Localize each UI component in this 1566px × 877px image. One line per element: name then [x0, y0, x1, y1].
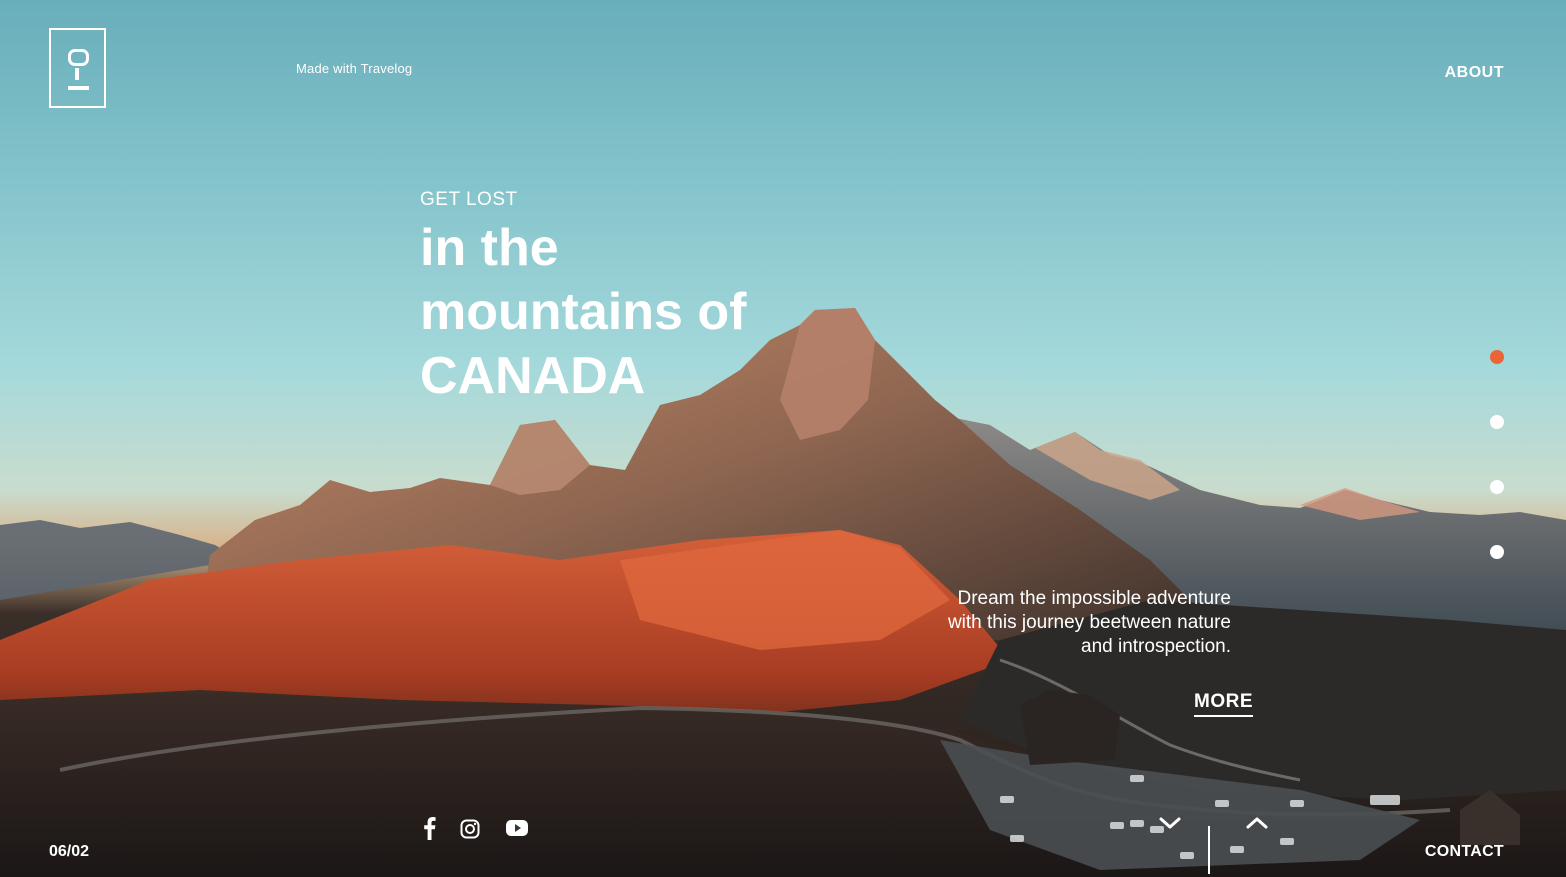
- hero-description: Dream the impossible adventure with this…: [947, 588, 1231, 657]
- made-with-credit[interactable]: Made with Travelog: [296, 61, 412, 76]
- hero-headline: in the mountains of CANADA: [420, 216, 840, 408]
- pager-dot-2[interactable]: [1490, 415, 1504, 429]
- chevron-up-icon[interactable]: [1245, 813, 1269, 838]
- logo-o-glyph: [68, 49, 89, 66]
- logo-dash-glyph: [75, 68, 79, 80]
- logo-bar-glyph: [68, 86, 89, 90]
- headline-line: mountains of: [420, 283, 747, 341]
- nav-contact-link[interactable]: CONTACT: [1425, 843, 1504, 861]
- pager-dot-1[interactable]: [1490, 350, 1504, 364]
- pager-dot-3[interactable]: [1490, 480, 1504, 494]
- more-link[interactable]: MORE: [1194, 691, 1253, 717]
- headline-line: in the: [420, 219, 559, 277]
- headline-line: CANADA: [420, 347, 646, 405]
- instagram-icon[interactable]: [460, 819, 480, 844]
- nav-about-link[interactable]: ABOUT: [1445, 64, 1504, 82]
- slide-counter: 06/02: [49, 843, 90, 860]
- slide-nav-divider: [1208, 826, 1210, 874]
- hero-section: Made with Travelog ABOUT GET LOST in the…: [0, 0, 1566, 877]
- youtube-icon[interactable]: [506, 819, 528, 842]
- pager-dot-4[interactable]: [1490, 545, 1504, 559]
- chevron-down-icon[interactable]: [1158, 813, 1182, 838]
- hero-kicker: GET LOST: [420, 189, 518, 210]
- mountain-background-image: [0, 308, 1566, 877]
- facebook-icon[interactable]: [420, 816, 438, 845]
- logo[interactable]: [49, 28, 106, 108]
